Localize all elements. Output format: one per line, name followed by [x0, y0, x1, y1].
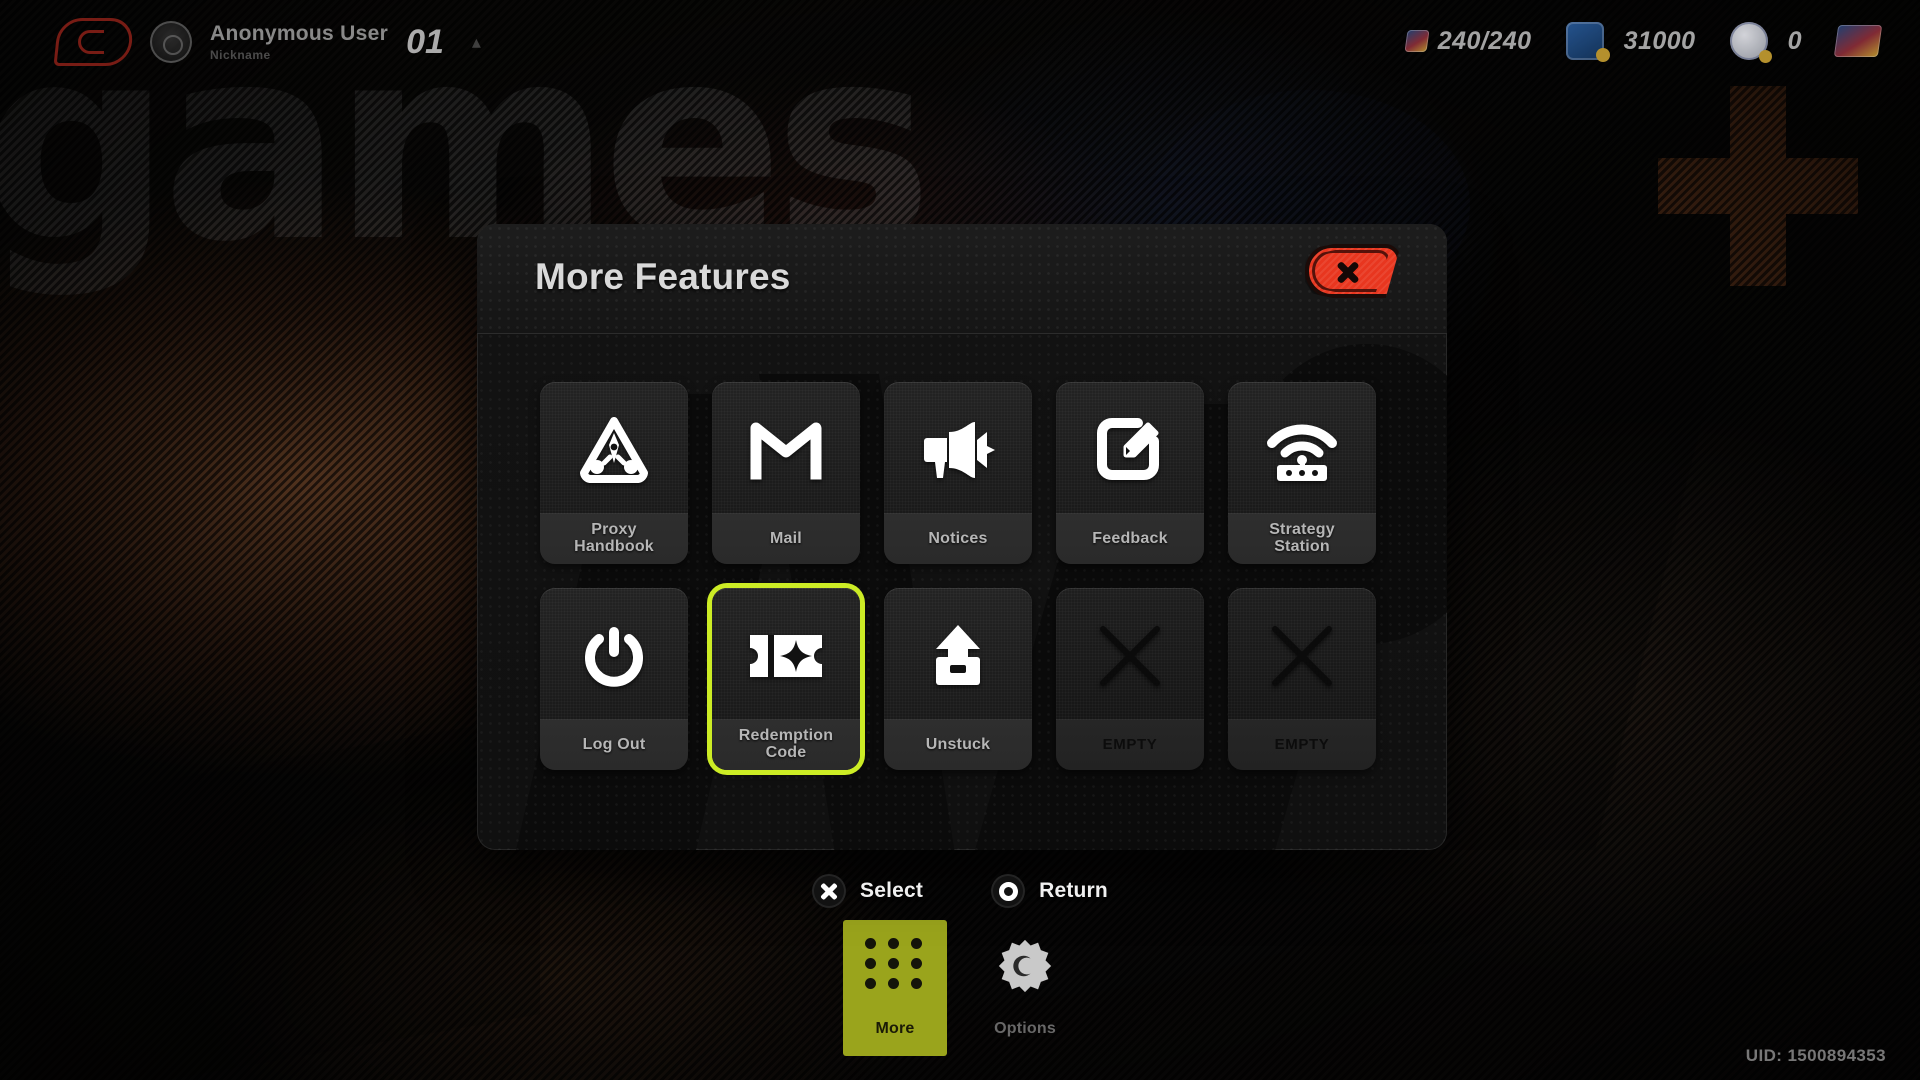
tile-label: Feedback: [1092, 529, 1168, 547]
tile-proxy-handbook[interactable]: Proxy Handbook: [540, 382, 688, 564]
avatar[interactable]: [150, 21, 192, 63]
megaphone-icon: [884, 404, 1032, 496]
button-hints: Select Return: [0, 874, 1920, 908]
level-caret-icon: ▴: [471, 31, 481, 52]
tile-redemption-code[interactable]: Redemption Code: [712, 588, 860, 770]
hint-label: Select: [860, 879, 924, 902]
hint-return: Return: [991, 874, 1108, 908]
tile-label: Log Out: [582, 735, 646, 753]
currency-primary-value: 31000: [1623, 26, 1696, 55]
proxy-handbook-icon: [540, 404, 688, 496]
currency-secondary-value: 0: [1787, 26, 1802, 55]
wifi-router-icon: [1228, 404, 1376, 496]
stamina-resource[interactable]: 240/240: [1404, 26, 1532, 56]
nav-tab-label: More: [875, 1020, 915, 1037]
tile-label: Strategy Station: [1269, 521, 1335, 555]
currency-primary[interactable]: 31000: [1565, 22, 1696, 62]
tile-unstuck[interactable]: Unstuck: [884, 588, 1032, 770]
tile-label: EMPTY: [1274, 736, 1330, 754]
ticket-star-icon: [712, 610, 860, 702]
hud-right-group: 240/240 31000 0: [1372, 22, 1883, 63]
tile-feedback[interactable]: Feedback: [1056, 382, 1204, 564]
grid-dots-icon: [843, 938, 947, 989]
bottom-nav: More Options: [0, 920, 1920, 1056]
stamina-icon: [1404, 30, 1430, 52]
hud-left-group: Anonymous User Nickname 01 ▴: [53, 18, 481, 66]
tile-empty-1: EMPTY: [1056, 588, 1204, 770]
nav-tab-options[interactable]: Options: [973, 920, 1077, 1056]
page-title: More Features: [535, 256, 791, 297]
cross-button-icon: [812, 874, 847, 908]
tile-label: Redemption Code: [738, 727, 834, 761]
stamina-value: 240/240: [1437, 26, 1532, 55]
user-level: 01: [406, 22, 444, 61]
tile-label: Unstuck: [925, 735, 991, 753]
power-icon: [540, 610, 688, 702]
close-button[interactable]: [1305, 244, 1401, 298]
user-name: Anonymous User: [210, 22, 389, 45]
card-icon: [1833, 25, 1883, 57]
top-hud: Anonymous User Nickname 01 ▴ 240/240 310…: [0, 0, 1920, 96]
tile-label: Proxy Handbook: [574, 521, 654, 555]
close-x-icon: [1335, 259, 1361, 285]
tile-log-out[interactable]: Log Out: [540, 588, 688, 770]
tile-notices[interactable]: Notices: [884, 382, 1032, 564]
battery-icon: [1565, 22, 1610, 62]
tile-empty-2: EMPTY: [1228, 588, 1376, 770]
x-icon: [1056, 610, 1204, 702]
unstuck-arrow-icon: [884, 610, 1032, 702]
currency-secondary[interactable]: 0: [1729, 22, 1802, 63]
gear-icon: [973, 938, 1077, 994]
mail-icon: [712, 404, 860, 496]
back-arrow-icon[interactable]: [53, 18, 135, 66]
game-screen: games Anonymous User Nickname 01 ▴ 240/2…: [0, 0, 1920, 1080]
nav-tab-more[interactable]: More: [843, 920, 947, 1056]
tile-label: EMPTY: [1102, 736, 1158, 754]
card-resource[interactable]: [1833, 25, 1883, 57]
user-info: Anonymous User Nickname: [210, 22, 388, 62]
feature-grid: Proxy Handbook Mail Notices Feedback Str…: [540, 382, 1376, 770]
tile-label: Notices: [928, 529, 988, 547]
tile-label: Mail: [770, 529, 802, 547]
tile-strategy-station[interactable]: Strategy Station: [1228, 382, 1376, 564]
circle-button-icon: [991, 874, 1026, 908]
edit-pencil-icon: [1056, 404, 1204, 496]
x-icon: [1228, 610, 1376, 702]
user-sub-label: Nickname: [210, 48, 271, 62]
hint-label: Return: [1039, 879, 1108, 902]
tile-mail[interactable]: Mail: [712, 382, 860, 564]
hint-select: Select: [812, 874, 923, 908]
coin-icon: [1729, 22, 1772, 63]
nav-tab-label: Options: [994, 1020, 1056, 1037]
